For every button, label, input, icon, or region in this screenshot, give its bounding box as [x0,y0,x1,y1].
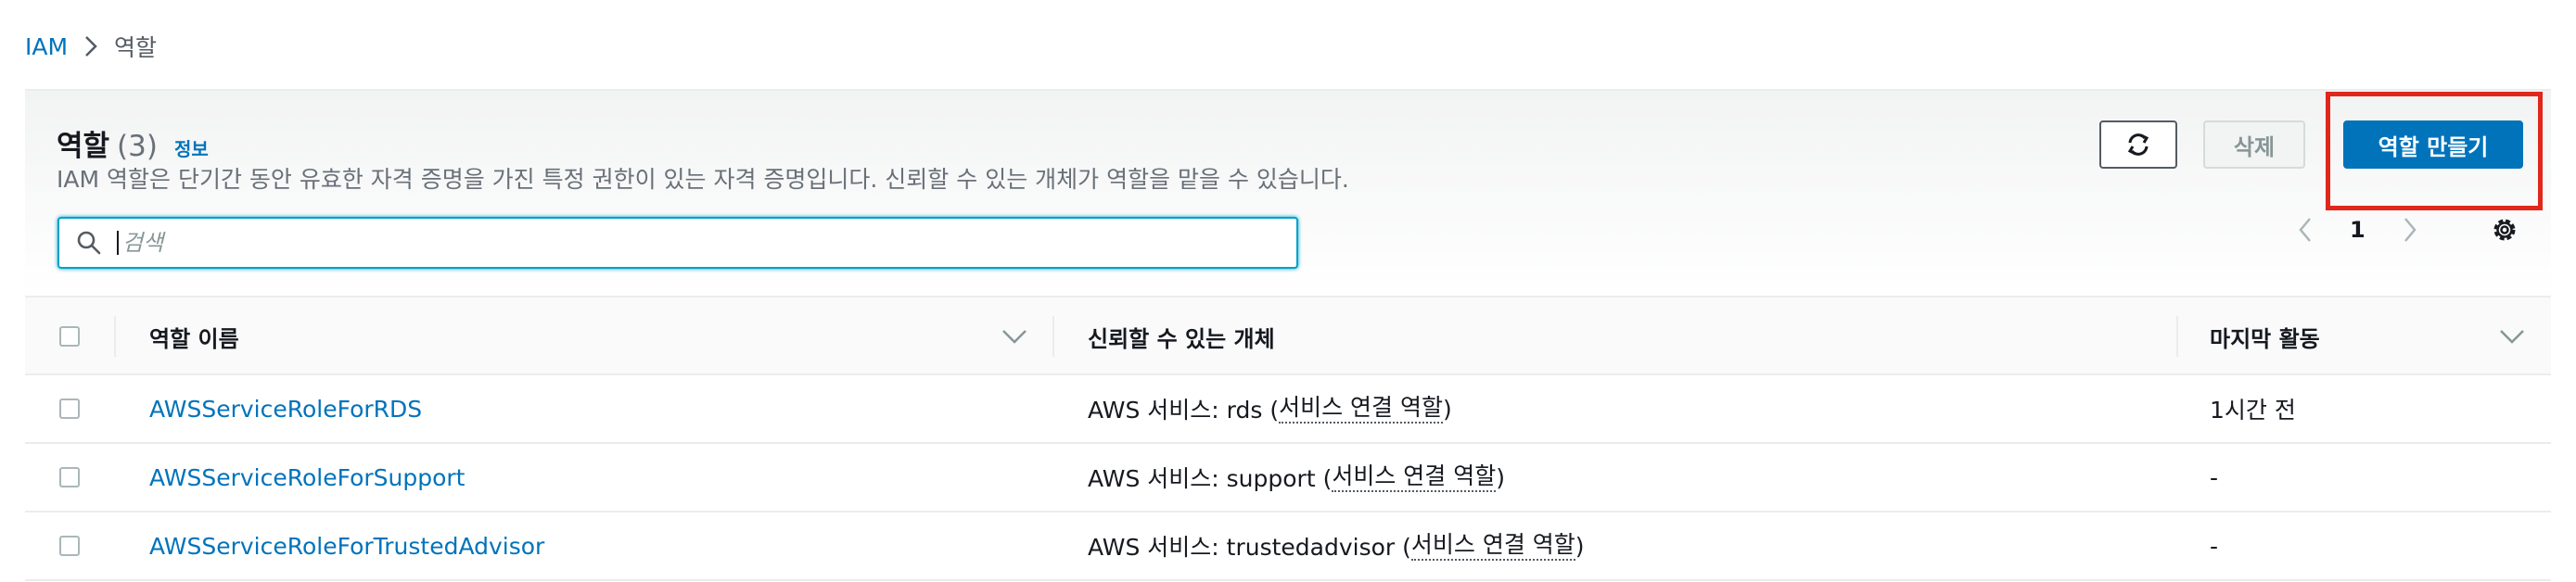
column-header-last-activity: 마지막 활동 [2210,325,2320,352]
trusted-entity-text: AWS 서비스: support ( [1088,465,1333,492]
service-linked-role-link[interactable]: 서비스 연결 역할 [1279,394,1443,424]
panel-title-row: 역할 (3) 정보 [57,122,209,164]
trusted-entity-cell: AWS 서비스: support (서비스 연결 역할) [1088,444,1505,511]
table-row: AWSServiceRoleForRDS AWS 서비스: rds (서비스 연… [25,375,2551,444]
last-activity-cell: - [2210,463,2219,491]
trusted-entity-suffix: ) [1496,463,1505,491]
table-header: 역할 이름 신뢰할 수 있는 개체 마지막 활동 [25,296,2551,375]
create-role-button[interactable]: 역할 만들기 [2343,120,2523,169]
delete-button[interactable]: 삭제 [2203,120,2305,169]
chevron-left-icon[interactable] [2298,216,2313,244]
chevron-right-icon [84,35,97,57]
refresh-button[interactable] [2099,120,2177,169]
panel-header: 역할 (3) 정보 IAM 역할은 단기간 동안 유효한 자격 증명을 가진 특… [25,91,2551,295]
caret-down-icon[interactable] [2499,329,2525,344]
panel-description: IAM 역할은 단기간 동안 유효한 자격 증명을 가진 특정 권한이 있는 자… [57,166,1349,193]
last-activity-cell: - [2210,532,2219,560]
chevron-right-icon[interactable] [2403,216,2417,244]
role-name-link[interactable]: AWSServiceRoleForSupport [149,464,465,491]
last-activity-cell: 1시간 전 [2210,397,2296,424]
trusted-entity-cell: AWS 서비스: trustedadvisor (서비스 연결 역할) [1088,512,1585,579]
search-input[interactable] [121,229,1237,257]
caret-down-icon[interactable] [1001,329,1027,344]
column-divider [1052,316,1054,357]
trusted-entity-cell: AWS 서비스: rds (서비스 연결 역할) [1088,375,1452,442]
table-row: AWSServiceRoleForTrustedAdvisor AWS 서비스:… [25,512,2551,581]
info-link[interactable]: 정보 [174,134,209,161]
search-field[interactable] [57,217,1298,269]
breadcrumb: IAM 역할 [25,26,157,67]
column-header-role-name[interactable]: 역할 이름 [149,297,239,375]
table-row: AWSServiceRoleForSupport AWS 서비스: suppor… [25,444,2551,512]
trusted-entity-suffix: ) [1575,532,1585,560]
role-name-link[interactable]: AWSServiceRoleForTrustedAdvisor [149,533,544,560]
column-divider [2176,316,2178,357]
service-linked-role-link[interactable]: 서비스 연결 역할 [1410,531,1575,561]
refresh-icon [2124,131,2152,158]
pagination: 1 [2298,211,2417,248]
row-checkbox[interactable] [59,399,80,419]
current-page[interactable]: 1 [2350,217,2366,243]
role-name-link[interactable]: AWSServiceRoleForRDS [149,396,422,423]
text-cursor [117,231,119,255]
role-count: (3) [117,130,158,163]
search-icon [76,230,102,256]
service-linked-role-link[interactable]: 서비스 연결 역할 [1332,462,1497,492]
trusted-entity-text: AWS 서비스: trustedadvisor ( [1088,534,1411,561]
select-all-checkbox[interactable] [59,326,80,347]
roles-panel: 역할 (3) 정보 IAM 역할은 단기간 동안 유효한 자격 증명을 가진 특… [25,89,2551,582]
column-header-trusted-entity: 신뢰할 수 있는 개체 [1088,325,1275,352]
breadcrumb-current: 역할 [114,34,158,61]
column-divider [114,316,116,357]
trusted-entity-text: AWS 서비스: rds ( [1088,397,1280,424]
panel-title: 역할 [57,130,110,163]
breadcrumb-iam-link[interactable]: IAM [25,33,68,60]
row-checkbox[interactable] [59,467,80,487]
trusted-entity-suffix: ) [1442,395,1452,423]
row-checkbox[interactable] [59,536,80,556]
roles-table: 역할 이름 신뢰할 수 있는 개체 마지막 활동 AWSServiceRoleF… [25,296,2551,581]
gear-icon[interactable] [2490,215,2519,245]
